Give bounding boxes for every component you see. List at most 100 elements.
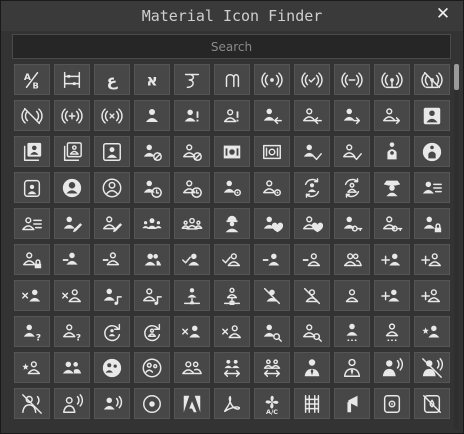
account-reactivate-icon[interactable] <box>94 316 130 347</box>
account-arrow-right-outline-icon[interactable] <box>374 100 410 131</box>
account-tie-voice-off-outline-icon[interactable] <box>14 388 50 419</box>
account-supervisor-outline-icon[interactable] <box>174 352 210 383</box>
account-tie-outline-icon[interactable] <box>334 352 370 383</box>
adobe-icon[interactable] <box>174 388 210 419</box>
account-alert-icon[interactable] <box>174 100 210 131</box>
account-edit-outline-icon[interactable] <box>94 208 130 239</box>
account-question-icon[interactable]: ? <box>14 316 50 347</box>
account-multiple-plus-outline-icon[interactable] <box>414 244 450 275</box>
account-edit-icon[interactable] <box>54 208 90 239</box>
account-supervisor-circle-outline-icon[interactable] <box>134 352 170 383</box>
account-box-outline-icon[interactable] <box>94 136 130 167</box>
account-convert-outline-icon[interactable] <box>334 172 370 203</box>
account-minus-outline-icon[interactable] <box>94 244 130 275</box>
account-alert-outline-icon[interactable] <box>214 100 250 131</box>
account-tie-icon[interactable] <box>294 352 330 383</box>
account-multiple-outline-icon[interactable] <box>334 244 370 275</box>
ab-testing-icon[interactable]: AB <box>14 64 50 95</box>
abugida-devanagari-icon[interactable] <box>174 64 210 95</box>
account-circle-icon[interactable] <box>54 172 90 203</box>
air-horn-icon[interactable] <box>334 388 370 419</box>
account-multiple-remove-icon[interactable] <box>14 280 50 311</box>
search-input[interactable] <box>12 34 451 59</box>
air-humidifier-off-icon[interactable] <box>414 388 450 419</box>
access-point-off-icon[interactable] <box>14 100 50 131</box>
abugida-thai-icon[interactable] <box>214 64 250 95</box>
access-point-network-off-icon[interactable] <box>414 64 450 95</box>
account-supervisor-circle-icon[interactable] <box>94 352 130 383</box>
account-arrow-left-outline-icon[interactable] <box>294 100 330 131</box>
account-music-outline-icon[interactable] <box>134 280 170 311</box>
account-star-outline-icon[interactable] <box>14 352 50 383</box>
account-search-outline-icon[interactable] <box>294 316 330 347</box>
account-switch-icon[interactable] <box>214 352 250 383</box>
account-arrow-right-icon[interactable] <box>334 100 370 131</box>
access-point-plus-icon[interactable] <box>54 100 90 131</box>
account-multiple-check-icon[interactable] <box>174 244 210 275</box>
account-network-icon[interactable] <box>174 280 210 311</box>
account-settings-icon[interactable] <box>334 316 370 347</box>
air-humidifier-icon[interactable] <box>374 388 410 419</box>
account-star-icon[interactable] <box>414 316 450 347</box>
account-network-outline-icon[interactable] <box>214 280 250 311</box>
abjad-arabic-icon[interactable]: ع <box>94 64 130 95</box>
account-cash-icon[interactable] <box>214 136 250 167</box>
account-off-icon[interactable] <box>254 280 290 311</box>
adjust-icon[interactable] <box>134 388 170 419</box>
account-multiple-minus-outline-icon[interactable] <box>294 244 330 275</box>
account-box-icon[interactable] <box>414 100 450 131</box>
account-details-icon[interactable] <box>414 172 450 203</box>
account-key-icon[interactable] <box>334 208 370 239</box>
account-details-outline-icon[interactable] <box>14 208 50 239</box>
adobe-acrobat-icon[interactable] <box>214 388 250 419</box>
access-point-network-icon[interactable] <box>374 64 410 95</box>
account-question-outline-icon[interactable]: ? <box>54 316 90 347</box>
account-switch-outline-icon[interactable] <box>254 352 290 383</box>
air-filter-icon[interactable] <box>294 388 330 419</box>
account-box-multiple-outline-icon[interactable] <box>54 136 90 167</box>
account-cancel-outline-icon[interactable] <box>174 136 210 167</box>
account-tie-voice-outline-icon[interactable] <box>54 388 90 419</box>
account-voice-icon[interactable] <box>94 388 130 419</box>
account-key-outline-icon[interactable] <box>374 208 410 239</box>
account-plus-icon[interactable] <box>374 280 410 311</box>
scrollbar[interactable] <box>454 64 459 429</box>
account-hard-hat-icon[interactable] <box>214 208 250 239</box>
account-minus-icon[interactable] <box>54 244 90 275</box>
air-conditioner-icon[interactable]: A/C <box>254 388 290 419</box>
scrollbar-thumb[interactable] <box>454 64 459 90</box>
title-bar[interactable]: Material Icon Finder ✕ <box>1 1 463 31</box>
account-supervisor-icon[interactable] <box>54 352 90 383</box>
account-heart-outline-icon[interactable] <box>294 208 330 239</box>
account-remove-outline-icon[interactable] <box>214 316 250 347</box>
account-child-icon[interactable] <box>374 136 410 167</box>
account-convert-icon[interactable] <box>294 172 330 203</box>
account-tie-voice-icon[interactable] <box>374 352 410 383</box>
account-clock-outline-icon[interactable] <box>174 172 210 203</box>
access-point-remove-icon[interactable] <box>94 100 130 131</box>
account-plus-outline-icon[interactable] <box>414 280 450 311</box>
account-cog-icon[interactable] <box>214 172 250 203</box>
account-check-outline-icon[interactable] <box>334 136 370 167</box>
account-outline-icon[interactable] <box>334 280 370 311</box>
account-child-circle-icon[interactable] <box>414 136 450 167</box>
account-cog-outline-icon[interactable] <box>254 172 290 203</box>
account-check-icon[interactable] <box>294 136 330 167</box>
close-icon[interactable]: ✕ <box>435 6 451 23</box>
account-clock-icon[interactable] <box>134 172 170 203</box>
access-point-minus-icon[interactable] <box>334 64 370 95</box>
account-tie-voice-off-icon[interactable] <box>414 352 450 383</box>
account-multiple-minus-icon[interactable] <box>254 244 290 275</box>
abjad-hebrew-icon[interactable]: א <box>134 64 170 95</box>
account-off-outline-icon[interactable] <box>294 280 330 311</box>
account-icon[interactable] <box>134 100 170 131</box>
account-remove-icon[interactable] <box>174 316 210 347</box>
account-multiple-remove-outline-icon[interactable] <box>54 280 90 311</box>
account-lock-icon[interactable] <box>414 208 450 239</box>
account-heart-icon[interactable] <box>254 208 290 239</box>
account-settings-outline-icon[interactable] <box>374 316 410 347</box>
account-group-icon[interactable] <box>134 208 170 239</box>
account-circle-outline-icon[interactable] <box>94 172 130 203</box>
account-reactivate-outline-icon[interactable] <box>134 316 170 347</box>
account-cowboy-hat-icon[interactable] <box>374 172 410 203</box>
